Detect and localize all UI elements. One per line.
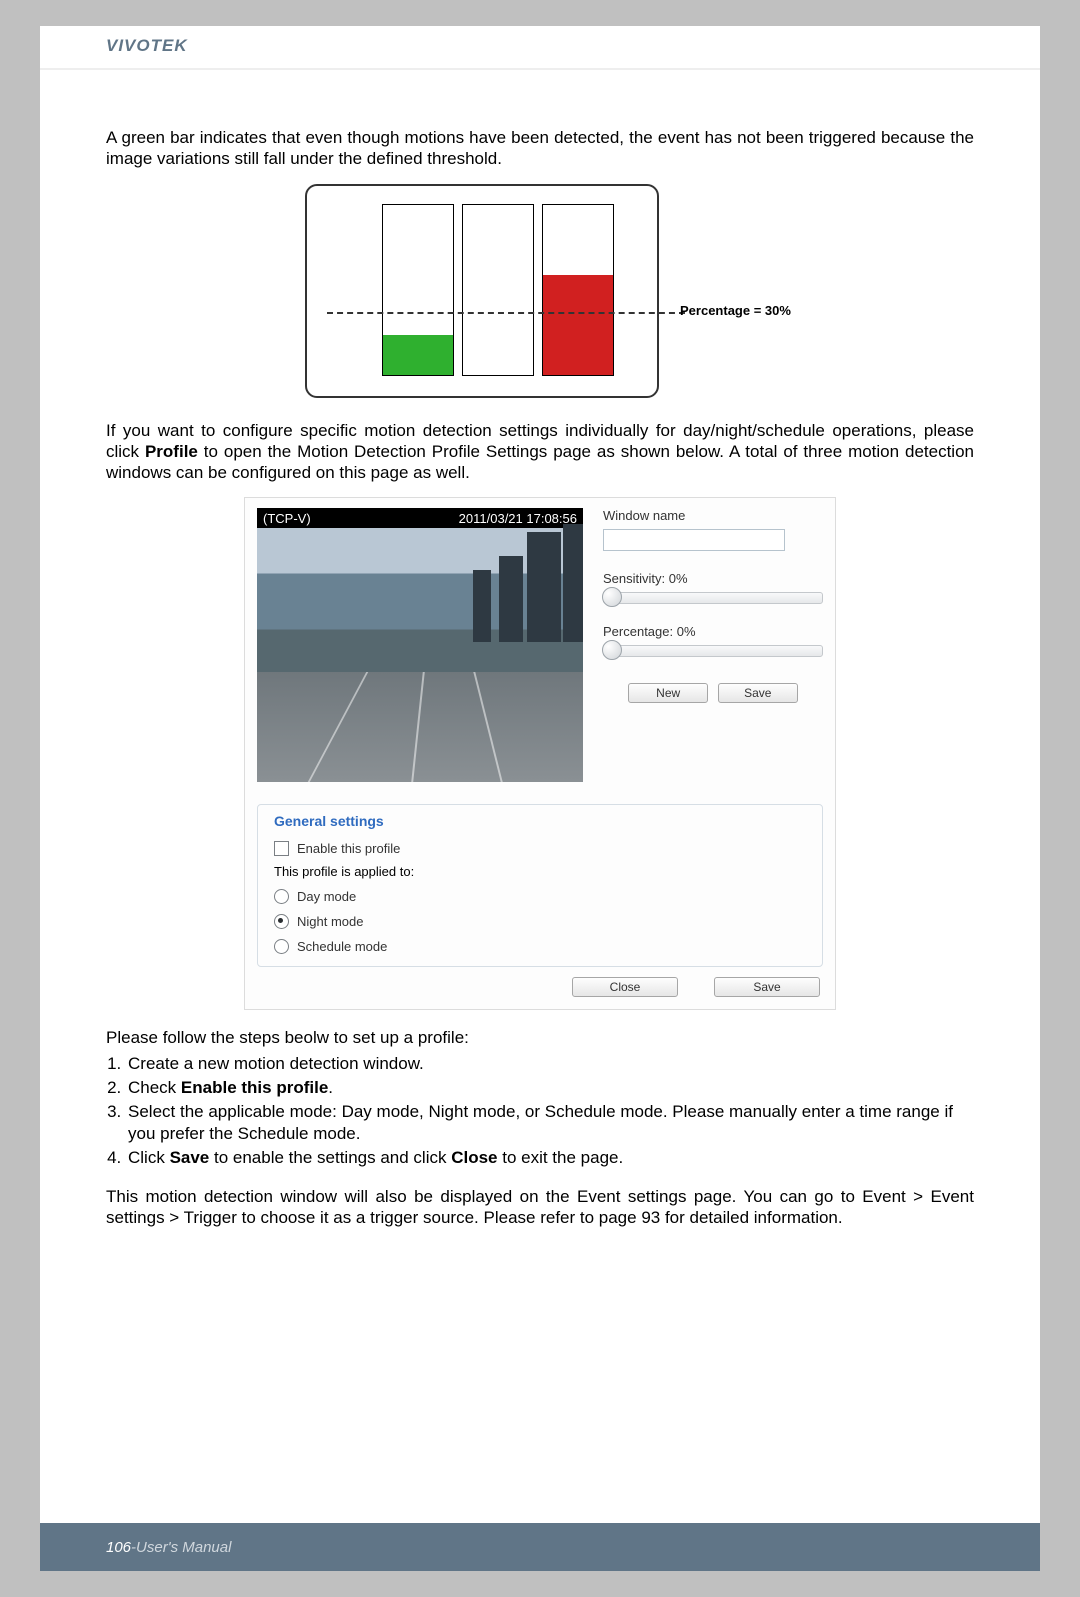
video-titlebar: (TCP-V) 2011/03/21 17:08:56 [257, 508, 583, 528]
threshold-chart: Percentage = 30% [305, 184, 775, 398]
general-settings-fieldset: General settings Enable this profile Thi… [257, 804, 823, 967]
footer-manual: User's Manual [136, 1539, 231, 1556]
step-1: Create a new motion detection window. [126, 1053, 974, 1075]
threshold-label: Percentage = 30% [680, 303, 791, 318]
camera-label: (TCP-V) [263, 511, 311, 526]
video-preview-image [257, 528, 583, 782]
steps-intro: Please follow the steps beolw to set up … [106, 1027, 974, 1048]
window-name-input[interactable] [603, 529, 785, 551]
threshold-line [327, 312, 685, 314]
general-settings-legend: General settings [268, 813, 390, 829]
paragraph-event-settings: This motion detection window will also b… [106, 1186, 974, 1229]
save-profile-button[interactable]: Save [714, 977, 820, 997]
sensitivity-label: Sensitivity: 0% [603, 571, 823, 586]
page-footer: 106 - User's Manual [40, 1523, 1040, 1571]
video-timestamp: 2011/03/21 17:08:56 [459, 511, 577, 526]
footer-page-number: 106 [106, 1539, 131, 1556]
step-4d: Close [451, 1148, 497, 1167]
paragraph-profile-bold: Profile [145, 442, 198, 461]
step-2b: Enable this profile [181, 1078, 328, 1097]
schedule-mode-label: Schedule mode [297, 939, 387, 954]
chart-box [305, 184, 659, 398]
percentage-label: Percentage: 0% [603, 624, 823, 639]
step-3: Select the applicable mode: Day mode, Ni… [126, 1101, 974, 1145]
paragraph-profile-c: to open the Motion Detection Profile Set… [106, 442, 974, 482]
night-mode-radio[interactable] [274, 914, 289, 929]
sensitivity-slider[interactable] [603, 592, 823, 604]
step-2: Check Enable this profile. [126, 1077, 974, 1099]
page-content: A green bar indicates that even though m… [40, 70, 1040, 1228]
window-name-label: Window name [603, 508, 823, 523]
day-mode-label: Day mode [297, 889, 356, 904]
step-4b: Save [170, 1148, 210, 1167]
new-button[interactable]: New [628, 683, 708, 703]
slider-thumb-icon[interactable] [602, 587, 622, 607]
save-button[interactable]: Save [718, 683, 798, 703]
applied-to-label: This profile is applied to: [268, 864, 812, 879]
page-header-bar: VIVOTEK [40, 26, 1040, 70]
slider-thumb-icon[interactable] [602, 640, 622, 660]
settings-column: Window name Sensitivity: 0% Percentage: … [603, 508, 823, 782]
night-mode-label: Night mode [297, 914, 363, 929]
step-2c: . [328, 1078, 333, 1097]
brand-logo: VIVOTEK [106, 36, 188, 56]
video-preview-column: (TCP-V) 2011/03/21 17:08:56 [257, 508, 583, 782]
profile-dialog-figure: (TCP-V) 2011/03/21 17:08:56 Window name … [244, 497, 836, 1010]
step-4c: to enable the settings and click [209, 1148, 451, 1167]
step-4e: to exit the page. [498, 1148, 624, 1167]
schedule-mode-radio[interactable] [274, 939, 289, 954]
chart-bar-2 [462, 204, 534, 376]
paragraph-greenbar: A green bar indicates that even though m… [106, 127, 974, 170]
page-sheet: VIVOTEK A green bar indicates that even … [40, 26, 1040, 1571]
step-4: Click Save to enable the settings and cl… [126, 1147, 974, 1169]
steps-list: Create a new motion detection window. Ch… [106, 1053, 974, 1169]
chart-bar-1 [382, 204, 454, 376]
close-button[interactable]: Close [572, 977, 678, 997]
day-mode-radio[interactable] [274, 889, 289, 904]
enable-profile-label: Enable this profile [297, 841, 400, 856]
enable-profile-checkbox[interactable] [274, 841, 289, 856]
step-2a: Check [128, 1078, 181, 1097]
chart-bar-3 [542, 204, 614, 376]
step-4a: Click [128, 1148, 170, 1167]
paragraph-profile: If you want to configure specific motion… [106, 420, 974, 484]
percentage-slider[interactable] [603, 645, 823, 657]
